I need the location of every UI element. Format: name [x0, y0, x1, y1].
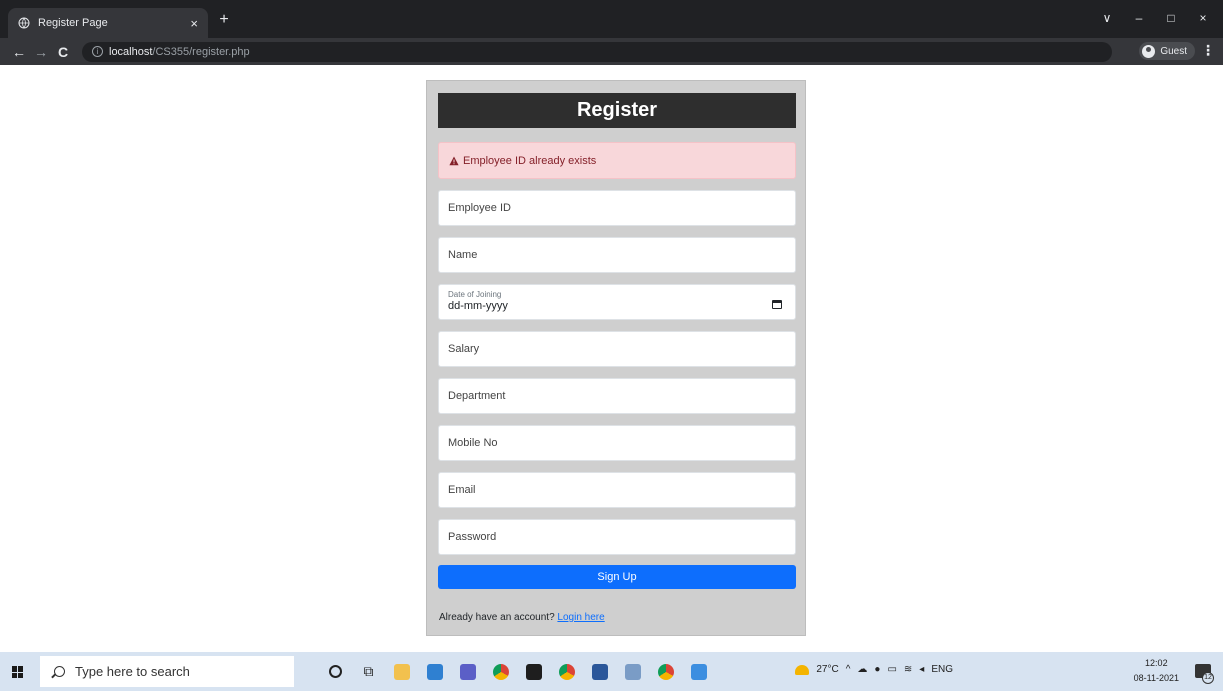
onedrive-icon[interactable]: ☁	[857, 664, 867, 675]
info-icon[interactable]: i	[92, 46, 103, 57]
chevron-up-icon[interactable]: ^	[846, 664, 851, 675]
notification-count: 12	[1202, 672, 1214, 684]
windows-start-icon[interactable]	[12, 666, 24, 678]
back-arrow-icon[interactable]: ←	[8, 44, 30, 60]
browser-titlebar: Register Page × + ∨ – □ ×	[0, 0, 1223, 38]
file-explorer-icon[interactable]	[390, 660, 413, 683]
date-of-joining-label: Date of Joining	[448, 290, 502, 299]
address-bar[interactable]: i localhost/CS355/register.php	[82, 41, 1112, 62]
clock-date: 08-11-2021	[1133, 673, 1179, 683]
volume-icon[interactable]: ◂	[919, 664, 924, 675]
url-path: /CS355/register.php	[152, 45, 250, 58]
profile-label: Guest	[1160, 45, 1187, 57]
register-card: Register Employee ID already exists Empl…	[426, 80, 806, 636]
clock-time: 12:02	[1145, 658, 1168, 668]
chrome-icon-2[interactable]	[555, 660, 578, 683]
taskbar-search[interactable]: Type here to search	[40, 656, 294, 687]
page-title: Register	[438, 93, 796, 128]
window-controls: ∨ – □ ×	[1091, 8, 1219, 28]
employee-id-field[interactable]: Employee ID	[438, 190, 796, 226]
taskbar: Type here to search ⧉ 27°C ^ ☁ ● ▭ ≋ ◂ E…	[0, 652, 1223, 691]
wifi-icon[interactable]: ≋	[904, 664, 912, 675]
teams-icon[interactable]	[456, 660, 479, 683]
microphone-icon[interactable]: ●	[874, 664, 880, 675]
date-of-joining-field[interactable]: Date of Joining dd-mm-yyyy	[438, 284, 796, 320]
email-field[interactable]: Email	[438, 472, 796, 508]
taskbar-search-placeholder: Type here to search	[75, 664, 190, 679]
date-placeholder: dd-mm-yyyy	[448, 300, 508, 312]
tab-title: Register Page	[38, 17, 108, 29]
browser-toolbar: ← → C i localhost/CS355/register.php	[0, 38, 1223, 65]
task-view-icon[interactable]: ⧉	[357, 660, 380, 683]
salary-placeholder: Salary	[448, 343, 480, 355]
browser-tab[interactable]: Register Page ×	[8, 8, 208, 38]
search-icon	[54, 666, 65, 677]
name-placeholder: Name	[448, 249, 478, 261]
url-host: localhost	[109, 45, 153, 58]
vscode-icon[interactable]	[423, 660, 446, 683]
calendar-icon[interactable]	[772, 300, 782, 309]
globe-icon	[18, 17, 30, 29]
weather-icon	[795, 664, 810, 675]
password-placeholder: Password	[448, 531, 497, 543]
error-message: Employee ID already exists	[463, 154, 597, 167]
cortana-icon[interactable]	[324, 660, 347, 683]
warning-icon	[449, 156, 459, 165]
tab-search-icon[interactable]: ∨	[1091, 8, 1123, 28]
terminal-icon[interactable]	[522, 660, 545, 683]
login-link[interactable]: Login here	[557, 612, 604, 623]
tab-close-icon[interactable]: ×	[190, 16, 198, 31]
reload-icon[interactable]: C	[52, 44, 74, 60]
weather-widget[interactable]: 27°C ^ ☁ ● ▭ ≋ ◂ ENG	[795, 664, 953, 675]
temperature: 27°C	[816, 664, 839, 675]
email-placeholder: Email	[448, 484, 476, 496]
department-placeholder: Department	[448, 390, 506, 402]
login-prompt-text: Already have an account?	[439, 612, 555, 623]
notepad-icon[interactable]	[621, 660, 644, 683]
mobile-field[interactable]: Mobile No	[438, 425, 796, 461]
word-icon[interactable]	[588, 660, 611, 683]
language-indicator[interactable]: ENG	[931, 664, 953, 675]
new-tab-button[interactable]: +	[214, 10, 234, 30]
more-menu-icon[interactable]: ⋮	[1201, 42, 1215, 59]
chrome-icon-3[interactable]	[654, 660, 677, 683]
chrome-icon[interactable]	[489, 660, 512, 683]
taskbar-apps: ⧉	[324, 660, 710, 683]
battery-icon[interactable]: ▭	[887, 664, 896, 675]
minimize-button[interactable]: –	[1123, 8, 1155, 28]
employee-id-placeholder: Employee ID	[448, 202, 511, 214]
forward-arrow-icon[interactable]: →	[30, 44, 52, 60]
error-alert: Employee ID already exists	[438, 142, 796, 179]
taskbar-clock[interactable]: 12:02 08-11-2021	[1134, 656, 1179, 686]
mobile-placeholder: Mobile No	[448, 437, 498, 449]
photos-icon[interactable]	[687, 660, 710, 683]
profile-button[interactable]: Guest	[1139, 42, 1195, 60]
login-prompt: Already have an account? Login here	[439, 612, 605, 623]
salary-field[interactable]: Salary	[438, 331, 796, 367]
avatar-icon	[1142, 44, 1156, 58]
close-window-button[interactable]: ×	[1187, 8, 1219, 28]
maximize-button[interactable]: □	[1155, 8, 1187, 28]
sign-up-button[interactable]: Sign Up	[438, 565, 796, 589]
department-field[interactable]: Department	[438, 378, 796, 414]
name-field[interactable]: Name	[438, 237, 796, 273]
password-field[interactable]: Password	[438, 519, 796, 555]
